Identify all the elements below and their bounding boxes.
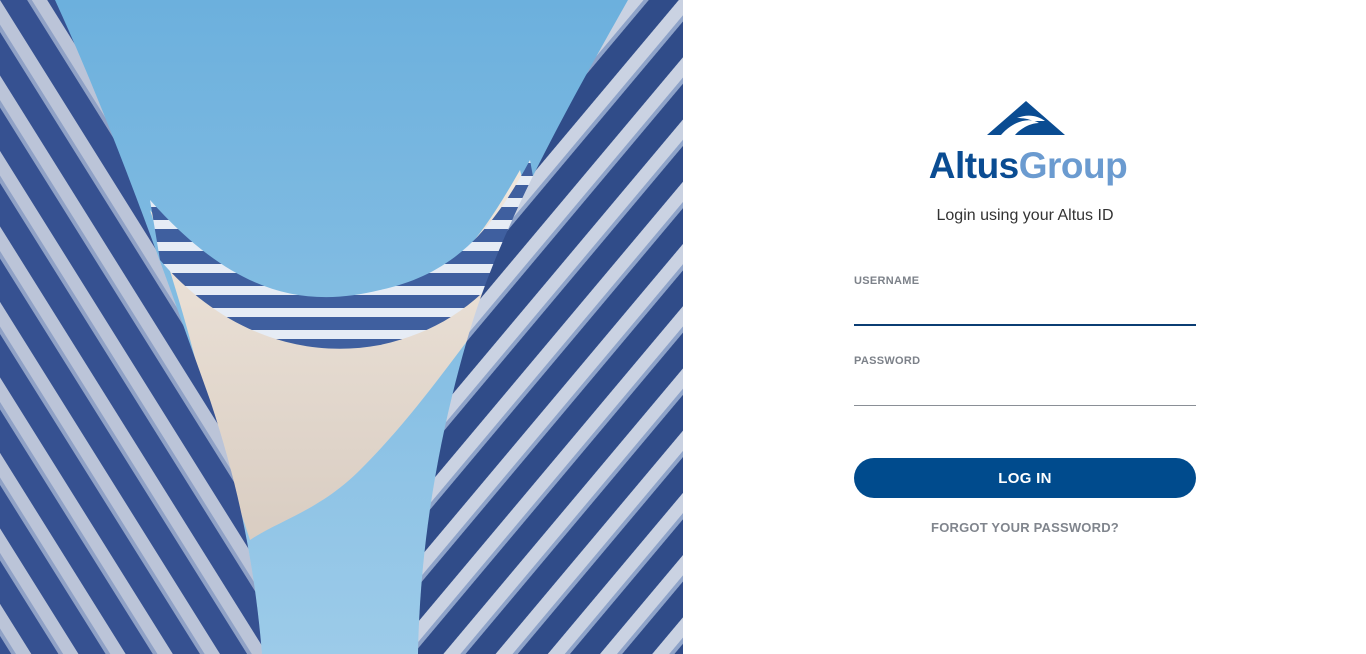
password-field[interactable] (854, 376, 1196, 402)
password-underline (854, 405, 1196, 406)
username-label: USERNAME (854, 275, 920, 287)
building-illustration (0, 0, 683, 654)
login-subtitle: Login using your Altus ID (936, 207, 1114, 224)
brand-wordmark: AltusGroup (923, 144, 1133, 188)
forgot-password-link[interactable]: FORGOT YOUR PASSWORD? (854, 520, 1196, 535)
hero-image (0, 0, 683, 654)
password-label: PASSWORD (854, 355, 921, 367)
altus-triangle-logo-icon (987, 101, 1065, 135)
username-field[interactable] (854, 296, 1196, 322)
brand-word-altus: Altus (928, 145, 1020, 186)
brand-word-group: Group (1018, 145, 1128, 186)
login-panel: AltusGroup Login using your Altus ID USE… (683, 0, 1366, 654)
login-button[interactable]: LOG IN (854, 458, 1196, 498)
username-underline (854, 324, 1196, 326)
